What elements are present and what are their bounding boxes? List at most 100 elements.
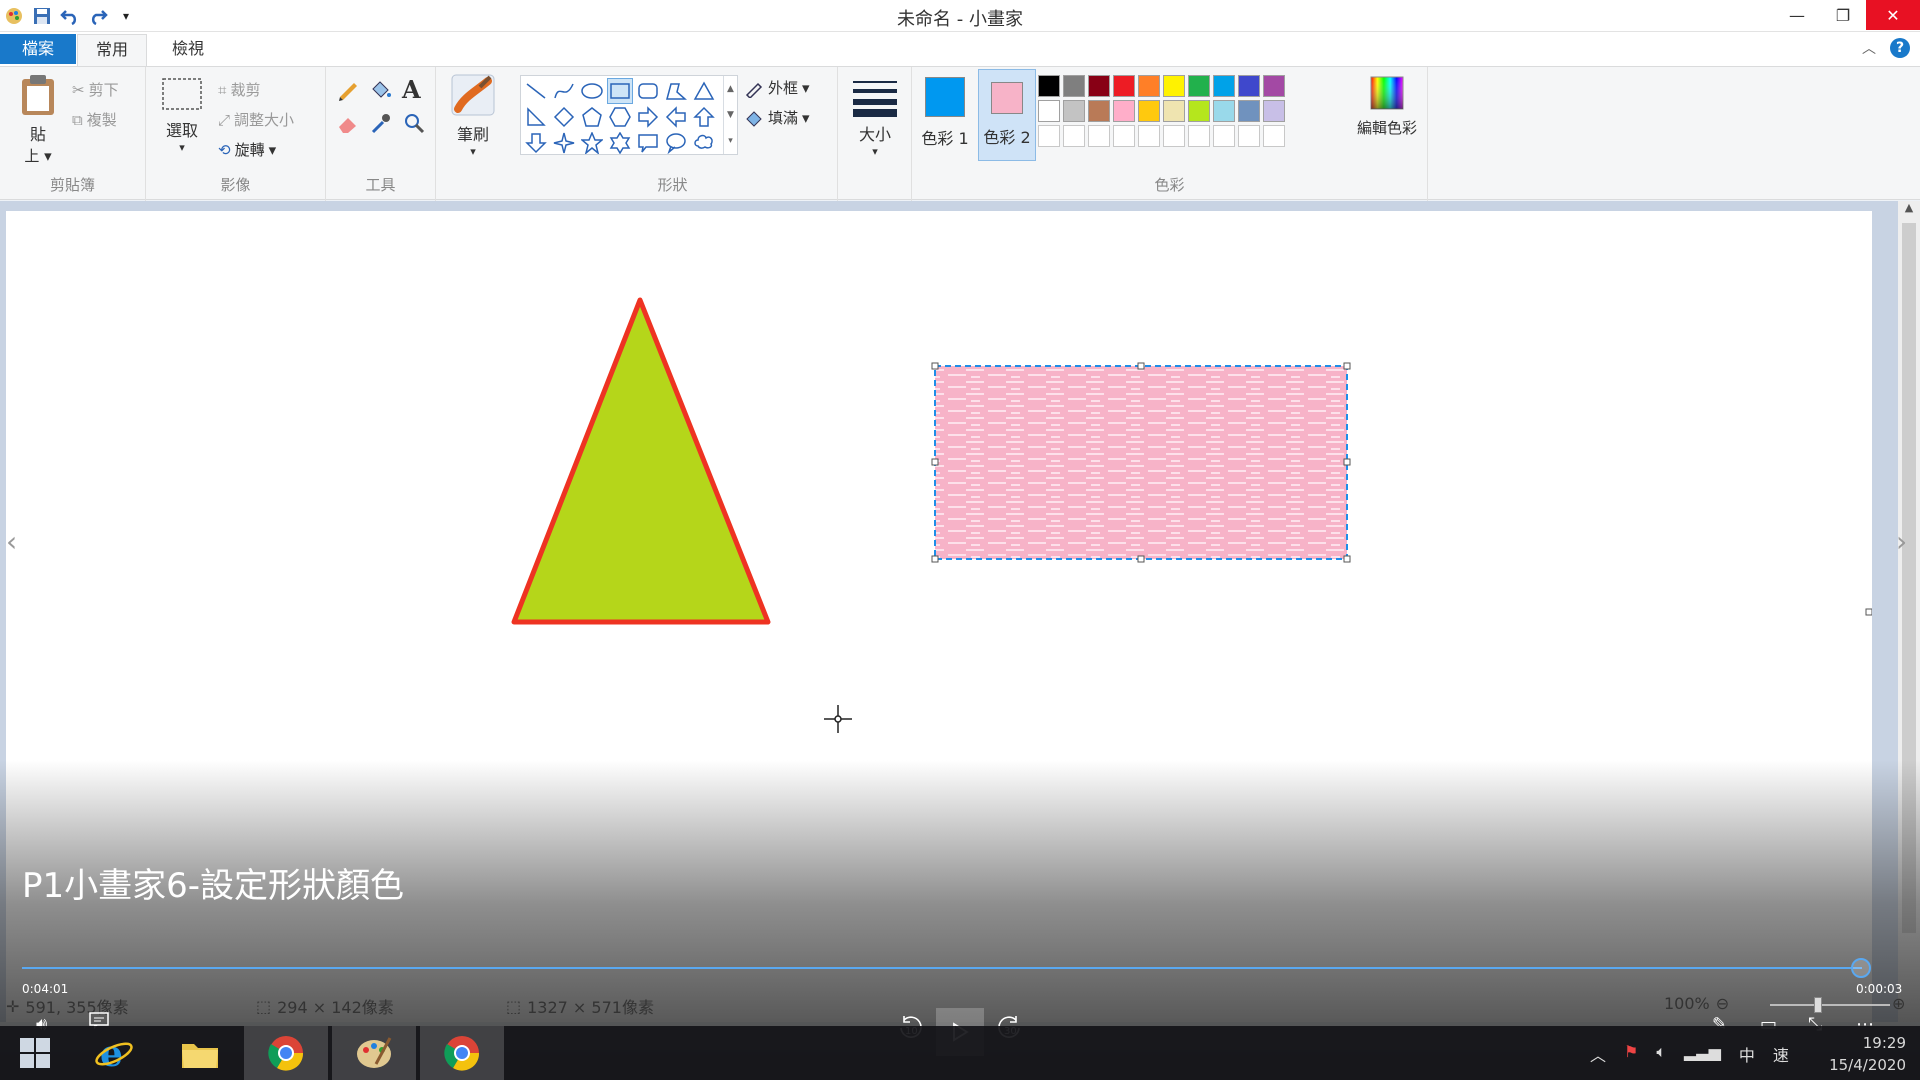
size-button[interactable]: 大小 ▾ <box>848 77 902 158</box>
copy-button[interactable]: ⧉ 複製 <box>72 109 117 130</box>
palette-color-swatch[interactable] <box>1038 75 1060 97</box>
palette-color-swatch[interactable] <box>1163 100 1185 122</box>
palette-color-swatch[interactable] <box>1138 75 1160 97</box>
color1-button[interactable]: 色彩 1 <box>920 73 970 149</box>
palette-color-swatch[interactable] <box>1113 100 1135 122</box>
shape-rect-callout[interactable] <box>635 130 661 156</box>
rotate-button[interactable]: ⟲ 旋轉 ▾ <box>218 139 276 160</box>
palette-custom-slot[interactable] <box>1163 125 1185 147</box>
next-chevron-icon[interactable]: › <box>1896 525 1907 558</box>
clock[interactable]: 19:29 15/4/2020 <box>1829 1032 1906 1076</box>
zoom-slider[interactable] <box>1770 997 1890 1013</box>
taskbar-ie[interactable]: e <box>72 1026 156 1080</box>
minimize-button[interactable]: — <box>1774 0 1820 30</box>
tab-view[interactable]: 檢視 <box>154 34 222 64</box>
shape-triangle[interactable] <box>691 78 717 104</box>
shape-rounded-rectangle[interactable] <box>635 78 661 104</box>
outline-button[interactable]: 外框 ▾ <box>744 77 810 98</box>
shape-six-point-star[interactable] <box>607 130 633 156</box>
palette-color-swatch[interactable] <box>1188 100 1210 122</box>
previous-chevron-icon[interactable]: ‹ <box>6 525 17 558</box>
eraser-tool[interactable] <box>336 111 360 135</box>
tab-file[interactable]: 檔案 <box>0 34 77 64</box>
palette-color-swatch[interactable] <box>1263 75 1285 97</box>
shape-cloud-callout[interactable] <box>691 130 717 156</box>
start-button[interactable] <box>0 1026 70 1080</box>
shapes-scroll[interactable]: ▲ ▼ ▾ <box>723 76 737 154</box>
video-progress-knob[interactable] <box>1851 958 1871 978</box>
palette-color-swatch[interactable] <box>1213 100 1235 122</box>
palette-color-swatch[interactable] <box>1263 100 1285 122</box>
color2-button[interactable]: 色彩 2 <box>978 69 1036 161</box>
shape-hexagon[interactable] <box>607 104 633 130</box>
fill-tool[interactable] <box>368 77 392 101</box>
resize-button[interactable]: ⤢ 調整大小 <box>218 109 294 130</box>
shape-pentagon[interactable] <box>579 104 605 130</box>
palette-color-swatch[interactable] <box>1063 75 1085 97</box>
palette-color-swatch[interactable] <box>1213 75 1235 97</box>
palette-color-swatch[interactable] <box>1188 75 1210 97</box>
select-button[interactable]: 選取 ▾ <box>160 73 204 154</box>
canvas-resize-handle[interactable] <box>1865 608 1873 616</box>
shape-five-point-star[interactable] <box>579 130 605 156</box>
palette-color-swatch[interactable] <box>1113 75 1135 97</box>
shape-up-arrow[interactable] <box>691 104 717 130</box>
taskbar-chrome-2[interactable] <box>420 1026 504 1080</box>
tab-home[interactable]: 常用 <box>77 34 148 66</box>
shape-curve[interactable] <box>551 78 577 104</box>
speaker-icon[interactable]: 🔈︎ <box>1656 1042 1666 1066</box>
shape-rectangle[interactable] <box>607 78 633 104</box>
palette-custom-slot[interactable] <box>1063 125 1085 147</box>
pink-rectangle[interactable] <box>935 366 1347 559</box>
fill-button[interactable]: 填滿 ▾ <box>744 107 810 128</box>
help-icon[interactable]: ? <box>1890 38 1910 58</box>
pencil-tool[interactable] <box>336 77 360 101</box>
palette-color-swatch[interactable] <box>1238 75 1260 97</box>
tray-expand-icon[interactable]: ︿ <box>1590 1042 1606 1066</box>
shape-four-point-star[interactable] <box>551 130 577 156</box>
palette-custom-slot[interactable] <box>1138 125 1160 147</box>
flag-icon[interactable]: ⚑ <box>1624 1042 1638 1066</box>
close-button[interactable]: ✕ <box>1866 0 1920 30</box>
ime-mode-indicator[interactable]: 速 <box>1773 1042 1789 1066</box>
palette-color-swatch[interactable] <box>1088 75 1110 97</box>
taskbar-paint[interactable] <box>332 1026 416 1080</box>
palette-custom-slot[interactable] <box>1238 125 1260 147</box>
restore-button[interactable]: ❐ <box>1820 0 1866 30</box>
video-progress-bar[interactable] <box>22 967 1862 969</box>
green-triangle[interactable] <box>511 297 771 625</box>
brushes-button[interactable]: 筆刷 ▾ <box>448 73 498 158</box>
text-tool[interactable]: A <box>402 75 421 104</box>
palette-custom-slot[interactable] <box>1088 125 1110 147</box>
palette-custom-slot[interactable] <box>1263 125 1285 147</box>
shape-line[interactable] <box>523 78 549 104</box>
shape-diamond[interactable] <box>551 104 577 130</box>
taskbar-file-explorer[interactable] <box>158 1026 242 1080</box>
shape-right-arrow[interactable] <box>635 104 661 130</box>
shape-down-arrow[interactable] <box>523 130 549 156</box>
palette-custom-slot[interactable] <box>1188 125 1210 147</box>
network-icon[interactable]: ▂▃▅ <box>1684 1042 1721 1066</box>
color-picker-tool[interactable] <box>368 111 392 135</box>
shape-polygon[interactable] <box>663 78 689 104</box>
shape-oval-callout[interactable] <box>663 130 689 156</box>
palette-color-swatch[interactable] <box>1088 100 1110 122</box>
magnifier-tool[interactable] <box>402 111 426 135</box>
taskbar-chrome-1[interactable] <box>244 1026 328 1080</box>
palette-color-swatch[interactable] <box>1063 100 1085 122</box>
palette-color-swatch[interactable] <box>1238 100 1260 122</box>
palette-custom-slot[interactable] <box>1213 125 1235 147</box>
edit-colors-button[interactable]: 編輯色彩 <box>1348 73 1426 138</box>
palette-custom-slot[interactable] <box>1038 125 1060 147</box>
palette-color-swatch[interactable] <box>1038 100 1060 122</box>
shape-oval[interactable] <box>579 78 605 104</box>
palette-color-swatch[interactable] <box>1138 100 1160 122</box>
ime-indicator[interactable]: 中 <box>1739 1042 1755 1066</box>
palette-color-swatch[interactable] <box>1163 75 1185 97</box>
shape-left-arrow[interactable] <box>663 104 689 130</box>
scroll-up-icon[interactable]: ▲ <box>1898 201 1920 214</box>
shape-right-triangle[interactable] <box>523 104 549 130</box>
palette-custom-slot[interactable] <box>1113 125 1135 147</box>
crop-button[interactable]: ⌗ 裁剪 <box>218 79 260 100</box>
collapse-ribbon-icon[interactable]: ︿ <box>1862 38 1876 58</box>
